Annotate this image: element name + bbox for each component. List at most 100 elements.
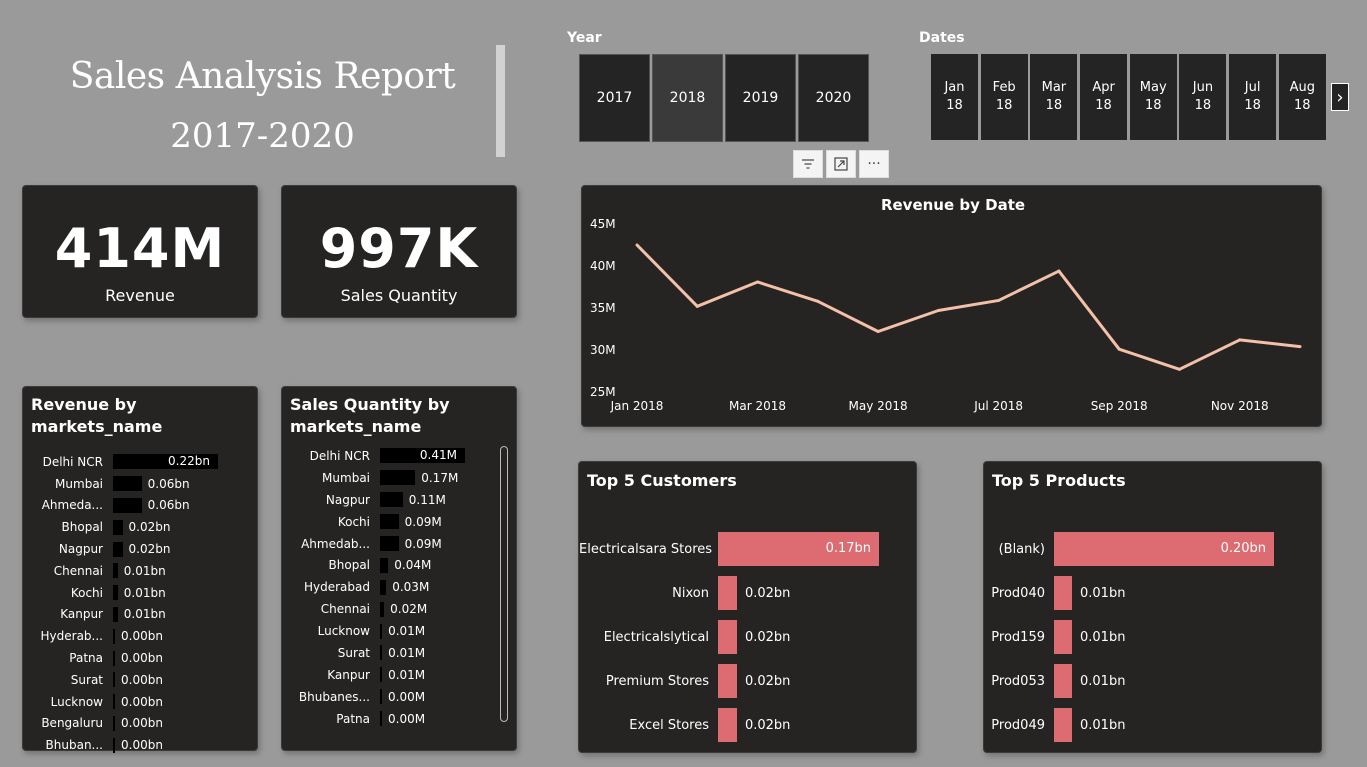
bar-value: 0.00bn (121, 694, 163, 709)
bar-row[interactable]: Hyderabad 0.03M (282, 576, 516, 598)
bar-label: Prod040 (991, 585, 1045, 601)
line-point[interactable] (1177, 367, 1181, 371)
bar-row[interactable]: (Blank) 0.20bn (984, 527, 1321, 571)
bar-row[interactable]: Delhi NCR 0.41M (282, 445, 516, 467)
year-option[interactable]: 2018 (652, 54, 723, 142)
bar-row[interactable]: Mumbai 0.17M (282, 467, 516, 489)
line-point[interactable] (1117, 347, 1121, 351)
bar-label: Excel Stores (629, 717, 709, 733)
bar-row[interactable]: Patna 0.00M (282, 708, 516, 730)
top-products-card: Top 5 Products (Blank) 0.20bn Prod040 0.01b… (983, 461, 1322, 753)
line-point[interactable] (1057, 269, 1061, 273)
bar-row[interactable]: Patna 0.00bn (23, 647, 257, 669)
line-point[interactable] (695, 304, 699, 308)
bar-row[interactable]: Kochi 0.09M (282, 511, 516, 533)
bar-row[interactable]: Premium Stores 0.02bn (579, 659, 916, 703)
date-option[interactable]: Aug 18 (1278, 54, 1326, 140)
bar (380, 557, 389, 573)
date-option[interactable]: Jul 18 (1229, 54, 1277, 140)
bar-row[interactable]: Electricalslytical 0.02bn (579, 615, 916, 659)
bar-label: Electricalslytical (603, 629, 709, 645)
more-options-icon[interactable]: ··· (859, 150, 889, 178)
bar-row[interactable]: Ahmedab... 0.09M (282, 533, 516, 555)
bar-label: Mumbai (322, 470, 370, 485)
line-point[interactable] (756, 280, 760, 284)
bar-row[interactable]: Nagpur 0.02bn (23, 538, 257, 560)
bar-row[interactable]: Bengaluru 0.00bn (23, 713, 257, 735)
filter-icon[interactable] (793, 150, 823, 178)
revenue-by-market-card: Revenue by markets_name Delhi NCR 0.22bn M… (22, 386, 258, 753)
focus-mode-icon[interactable] (826, 150, 856, 178)
chart-title: Revenue by Date (881, 196, 1025, 214)
bar-row[interactable]: Bhuban... 0.00bn (23, 734, 257, 756)
bar-row[interactable]: Chennai 0.02M (282, 598, 516, 620)
bar-row[interactable]: Lucknow 0.01M (282, 620, 516, 642)
chevron-right-icon[interactable]: › (1331, 83, 1349, 111)
y-tick-label: 25M (590, 385, 616, 399)
bar (113, 541, 123, 557)
title-divider (496, 45, 505, 157)
bar-row[interactable]: Delhi NCR 0.22bn (23, 451, 257, 473)
bar: 0.17bn (718, 532, 879, 566)
bar-row[interactable]: Prod159 0.01bn (984, 615, 1321, 659)
year-option[interactable]: 2017 (579, 54, 650, 142)
bar-row[interactable]: Ahmeda... 0.06bn (23, 495, 257, 517)
bar-row[interactable]: Bhopal 0.02bn (23, 516, 257, 538)
date-option-month: Aug (1289, 80, 1315, 95)
bar-value: 0.00bn (121, 716, 163, 731)
line-point[interactable] (816, 299, 820, 303)
bar (113, 476, 142, 492)
line-point[interactable] (1298, 345, 1302, 349)
bar-row[interactable]: Bhubanes... 0.00M (282, 686, 516, 708)
bar-label: Delhi NCR (309, 448, 370, 463)
bar-value: 0.02M (390, 602, 428, 617)
bar-value: 0.01bn (1080, 629, 1126, 645)
date-option[interactable]: Mar 18 (1030, 54, 1078, 140)
bar-row[interactable]: Bhopal 0.04M (282, 554, 516, 576)
bar-value: 0.00M (388, 689, 426, 704)
bar-row[interactable]: Surat 0.00bn (23, 669, 257, 691)
y-tick-label: 35M (590, 301, 616, 315)
date-option[interactable]: May 18 (1129, 54, 1177, 140)
line-point[interactable] (936, 309, 940, 313)
bar (113, 519, 123, 535)
bar-row[interactable]: Kanpur 0.01M (282, 664, 516, 686)
bar-row[interactable]: Chennai 0.01bn (23, 560, 257, 582)
top-customers-card: Top 5 Customers Electricalsara Stores 0.1… (578, 461, 917, 753)
bar-value: 0.41M (419, 448, 457, 463)
bar-row[interactable]: Hyderab... 0.00bn (23, 625, 257, 647)
bar (380, 492, 403, 508)
date-option[interactable]: Jan 18 (931, 54, 978, 140)
year-option[interactable]: 2020 (798, 54, 869, 142)
bar-row[interactable]: Lucknow 0.00bn (23, 691, 257, 713)
bar-value: 0.01bn (1080, 673, 1126, 689)
bar-value: 0.02bn (128, 542, 171, 557)
year-slicer-label: Year (567, 30, 602, 46)
date-slicer: Jan 18 Feb 18 Mar 18 Apr 18 May 18 Jun 18 Jul 18 Aug 18 (931, 54, 1329, 140)
bar-value: 0.06bn (147, 498, 190, 513)
bar-value: 0.02bn (744, 717, 791, 733)
bar-row[interactable]: Prod049 0.01bn (984, 703, 1321, 747)
date-option-month: Feb (992, 80, 1016, 95)
bar-row[interactable]: Nagpur 0.11M (282, 489, 516, 511)
bar-row[interactable]: Prod040 0.01bn (984, 571, 1321, 615)
date-option[interactable]: Jun 18 (1179, 54, 1227, 140)
bar-row[interactable]: Electricalsara Stores 0.17bn (579, 527, 916, 571)
report-title-block: Sales Analysis Report 2017-2020 (30, 52, 495, 162)
line-point[interactable] (997, 298, 1001, 302)
date-option[interactable]: Apr 18 (1080, 54, 1128, 140)
bar-row[interactable]: Kochi 0.01bn (23, 582, 257, 604)
bar-row[interactable]: Kanpur 0.01bn (23, 604, 257, 626)
date-option[interactable]: Feb 18 (980, 54, 1028, 140)
quantity-scrollbar[interactable] (500, 446, 508, 722)
bar-row[interactable]: Surat 0.01M (282, 642, 516, 664)
report-title: Sales Analysis Report (69, 56, 456, 97)
bar-row[interactable]: Nixon 0.02bn (579, 571, 916, 615)
bar-row[interactable]: Mumbai 0.06bn (23, 473, 257, 495)
line-point[interactable] (1238, 338, 1242, 342)
line-point[interactable] (876, 330, 880, 334)
bar-row[interactable]: Excel Stores 0.02bn (579, 703, 916, 747)
year-option[interactable]: 2019 (725, 54, 796, 142)
bar-row[interactable]: Prod053 0.01bn (984, 659, 1321, 703)
line-point[interactable] (635, 243, 639, 247)
